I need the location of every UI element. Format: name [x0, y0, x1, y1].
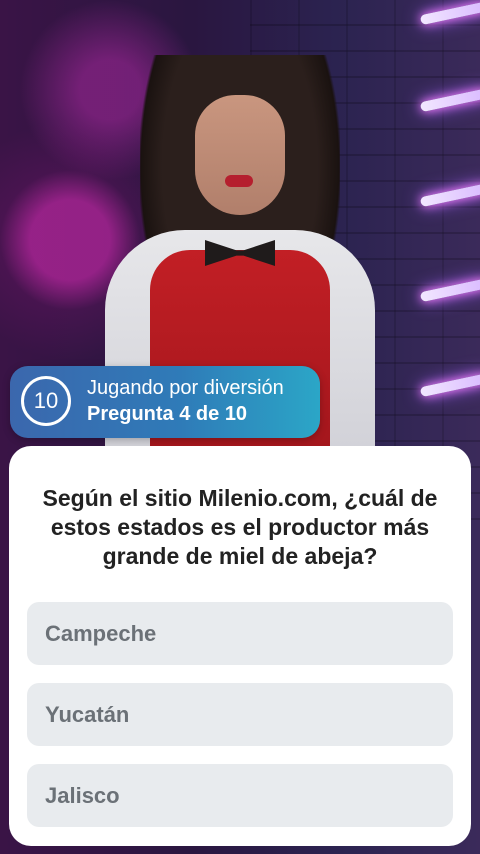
question-progress: Pregunta 4 de 10: [87, 403, 248, 425]
answer-option-3[interactable]: Jalisco: [27, 764, 453, 827]
status-text: Jugando por diversión Pregunta 4 de 10: [87, 376, 284, 428]
countdown-timer: 10: [21, 376, 71, 426]
answer-label: Campeche: [45, 620, 157, 646]
question-text: Según el sitio Milenio.com, ¿cuál de est…: [42, 485, 438, 569]
answer-label: Jalisco: [45, 782, 120, 808]
answer-option-1[interactable]: Campeche: [27, 602, 453, 665]
neon-lights: [410, 0, 480, 520]
game-mode-label: Jugando por diversión: [87, 377, 284, 399]
answer-label: Yucatán: [45, 701, 130, 727]
game-status-pill: 10 Jugando por diversión Pregunta 4 de 1…: [10, 366, 320, 438]
timer-value: 10: [33, 388, 59, 413]
question-card: Según el sitio Milenio.com, ¿cuál de est…: [9, 446, 471, 846]
answer-option-2[interactable]: Yucatán: [27, 683, 453, 746]
